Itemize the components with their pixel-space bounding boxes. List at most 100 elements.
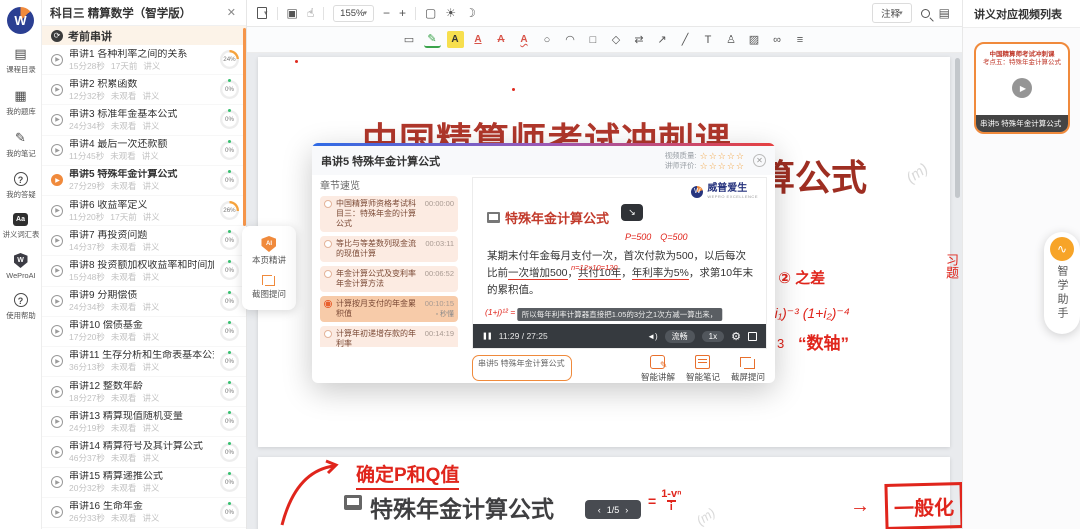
lesson-meta: 15分48秒未观看讲义: [69, 272, 214, 282]
quality-stars[interactable]: ☆☆☆☆☆: [700, 151, 745, 161]
chapter-item[interactable]: 计算按月支付的年金累积值 00:10:15 ▫ 秒懂: [320, 296, 458, 322]
pause-button[interactable]: ❚❚: [482, 332, 492, 340]
lesson-item[interactable]: ▶ 串讲1 各种利率之间的关系 15分28秒17天前讲义 24%: [42, 45, 246, 75]
lesson-item[interactable]: ▶ 串讲3 标准年金基本公式 24分34秒未观看讲义 0%: [42, 105, 246, 135]
rail-item[interactable]: ▦ 我的题库: [0, 82, 42, 124]
annotation-tool-icon[interactable]: ╱: [677, 31, 694, 48]
video-thumbnail-card[interactable]: 中国精算师考试冲刺课 考点五：特殊年金计算公式 ▶ 串讲5 特殊年金计算公式: [974, 42, 1070, 134]
pan-hand-icon[interactable]: ☝: [307, 6, 314, 20]
speed-button[interactable]: 1x: [702, 331, 724, 342]
annotate-dropdown[interactable]: 注释▾: [872, 3, 912, 23]
popup-action-button[interactable]: 截屏提问: [731, 355, 765, 383]
lesson-item[interactable]: ▶ 串讲12 整数年龄 18分27秒未观看讲义 0%: [42, 377, 246, 407]
annotation-tool-icon[interactable]: □: [585, 31, 602, 48]
rail-item[interactable]: ▤ 课程目录: [0, 40, 42, 82]
problem-text: 某期末付年金每月支付一次，首次付款为500，以后每次比前一次增加500，共付10…: [487, 248, 756, 299]
progress-ring: 0%: [220, 261, 239, 280]
lesson-meta: 24分34秒未观看讲义: [69, 302, 214, 312]
chapter-item[interactable]: 计算年初递增存款的年利率 00:14:19: [320, 326, 458, 347]
annotation-tool-icon[interactable]: ◠: [562, 31, 579, 48]
chapter-item[interactable]: 年金计算公式及变利率年金计算方法 00:06:52: [320, 266, 458, 292]
annotation-tool-icon[interactable]: ≡: [792, 31, 809, 48]
lesson-meta: 11分20秒17天前讲义: [69, 212, 214, 222]
teacher-stars[interactable]: ☆☆☆☆☆: [700, 161, 745, 171]
rail-item[interactable]: ? 我的答疑: [0, 166, 42, 207]
annotation-tool-icon[interactable]: A: [447, 31, 464, 48]
chapter-list-title: 章节速览: [320, 177, 458, 192]
lesson-item[interactable]: ▶ 串讲15 精算递推公式 20分32秒未观看讲义 0%: [42, 468, 246, 498]
lesson-item[interactable]: ▶ 串讲2 积累函数 12分32秒未观看讲义 0%: [42, 75, 246, 105]
rail-item[interactable]: ? 使用帮助: [0, 287, 42, 328]
pdf-scrollbar[interactable]: [955, 58, 960, 198]
lesson-item[interactable]: ▶ 串讲5 特殊年金计算公式 27分29秒未观看讲义 0%: [42, 166, 246, 196]
annotation-tool-icon[interactable]: ♙: [723, 31, 740, 48]
page-menu-button[interactable]: ▾: [257, 7, 268, 19]
annotation-tool-icon[interactable]: T: [700, 31, 717, 48]
annotation-tool-icon[interactable]: ○: [539, 31, 556, 48]
fullscreen-icon[interactable]: ▢: [425, 6, 436, 20]
rail-item[interactable]: Aa 讲义词汇表: [0, 207, 42, 247]
lesson-item[interactable]: ▶ 串讲6 收益率定义 11分20秒17天前讲义 26%: [42, 196, 246, 226]
lesson-item[interactable]: ▶ 串讲11 生存分析和生命表基本公式 36分13秒未观看讲义 0%: [42, 347, 246, 377]
video-player[interactable]: W 威普爱生WEPRO EXCELLENCE 特殊年金计算公式 ↘ 某期末付年金…: [472, 177, 767, 349]
prev-page-arrow[interactable]: ‹: [598, 505, 601, 515]
zoom-out-button[interactable]: −: [383, 6, 390, 20]
volume-icon[interactable]: ◄): [647, 332, 658, 341]
annotation-tool-icon[interactable]: A: [470, 31, 487, 48]
chapter-item[interactable]: 等比与等差数列现金流的现值计算 00:03:11: [320, 236, 458, 262]
annotation-tool-icon[interactable]: ↗: [654, 31, 671, 48]
annotation-tool-icon[interactable]: ⇄: [631, 31, 648, 48]
annotation-tool-icon[interactable]: ∞: [769, 31, 786, 48]
lesson-title: 串讲1 各种利率之间的关系: [69, 49, 214, 61]
assistant-button[interactable]: ∿ 智学助手: [1044, 232, 1080, 334]
lesson-item[interactable]: ▶ 串讲14 精算符号及其计算公式 46分37秒未观看讲义 0%: [42, 437, 246, 467]
lesson-meta: 11分45秒未观看讲义: [69, 151, 214, 161]
next-page-arrow[interactable]: ›: [625, 505, 628, 515]
sidebar-scrollbar[interactable]: [243, 28, 246, 226]
action-icon: [650, 355, 665, 369]
close-icon[interactable]: ✕: [225, 6, 238, 19]
popup-action-button[interactable]: 智能笔记: [686, 355, 720, 383]
popup-action-button[interactable]: 智能讲解: [641, 355, 675, 383]
annotation-tool-icon[interactable]: ▭: [401, 31, 418, 48]
play-icon[interactable]: ▶: [1012, 78, 1032, 98]
annotation-tool-icon[interactable]: ◇: [608, 31, 625, 48]
quality-button[interactable]: 流畅: [665, 330, 695, 343]
fullscreen-icon[interactable]: [748, 332, 757, 341]
red-annotation: P=500 Q=500: [625, 230, 688, 243]
section-header[interactable]: ⟳ 考前串讲: [42, 26, 246, 45]
dark-mode-icon[interactable]: ☽: [465, 6, 476, 20]
lesson-item[interactable]: ▶ 串讲16 生命年金 26分33秒未观看讲义 0%: [42, 498, 246, 528]
popup-close-icon[interactable]: ✕: [753, 154, 766, 167]
annotation-tool-icon[interactable]: ▨: [746, 31, 763, 48]
search-icon[interactable]: [921, 9, 930, 18]
lesson-item[interactable]: ▶ 串讲8 投资额加权收益率和时间加权收益率 15分48秒未观看讲义 0%: [42, 256, 246, 286]
pip-icon[interactable]: ↘: [621, 204, 643, 221]
annotation-tool-icon[interactable]: ✎: [424, 31, 441, 48]
chapter-time: 00:06:52: [425, 269, 454, 278]
settings-gear-icon[interactable]: ⚙: [731, 330, 741, 343]
rail-item[interactable]: ✎ 我的笔记: [0, 124, 42, 166]
lesson-item[interactable]: ▶ 串讲13 精算现值随机变量 24分19秒未观看讲义 0%: [42, 407, 246, 437]
lesson-item[interactable]: ▶ 串讲4 最后一次还款额 11分45秒未观看讲义 0%: [42, 136, 246, 166]
page-explain-button[interactable]: AI 本页精讲: [252, 236, 286, 266]
lesson-item[interactable]: ▶ 串讲7 再投资问题 14分37秒未观看讲义 0%: [42, 226, 246, 256]
note-input[interactable]: 串讲5 特殊年金计算公式: [472, 355, 572, 381]
red-annotation: n=12×10=120: [571, 263, 618, 272]
chapter-item[interactable]: 中国精算师资格考试科目三：特殊年金的计算公式 00:00:00: [320, 196, 458, 232]
zoom-select[interactable]: 155%▾: [333, 5, 374, 22]
rail-item[interactable]: W WeProAI: [0, 247, 42, 287]
lesson-title: 串讲12 整数年龄: [69, 381, 214, 393]
fit-page-icon[interactable]: ▣: [287, 6, 298, 20]
lesson-title: 串讲15 精算递推公式: [69, 471, 214, 483]
rail-label: 我的题库: [6, 106, 35, 116]
lesson-title: 串讲11 生存分析和生命表基本公式: [69, 350, 214, 362]
lesson-item[interactable]: ▶ 串讲10 偿债基金 17分20秒未观看讲义 0%: [42, 317, 246, 347]
brightness-icon[interactable]: ☀: [445, 6, 456, 20]
screenshot-ask-button[interactable]: 截图提问: [252, 273, 286, 300]
annotation-tool-icon[interactable]: A: [493, 31, 510, 48]
annotation-tool-icon[interactable]: A: [516, 31, 533, 48]
thumbnail-panel-icon[interactable]: ▤: [939, 6, 950, 20]
zoom-in-button[interactable]: +: [399, 6, 406, 20]
lesson-item[interactable]: ▶ 串讲9 分期偿债 24分34秒未观看讲义 0%: [42, 287, 246, 317]
